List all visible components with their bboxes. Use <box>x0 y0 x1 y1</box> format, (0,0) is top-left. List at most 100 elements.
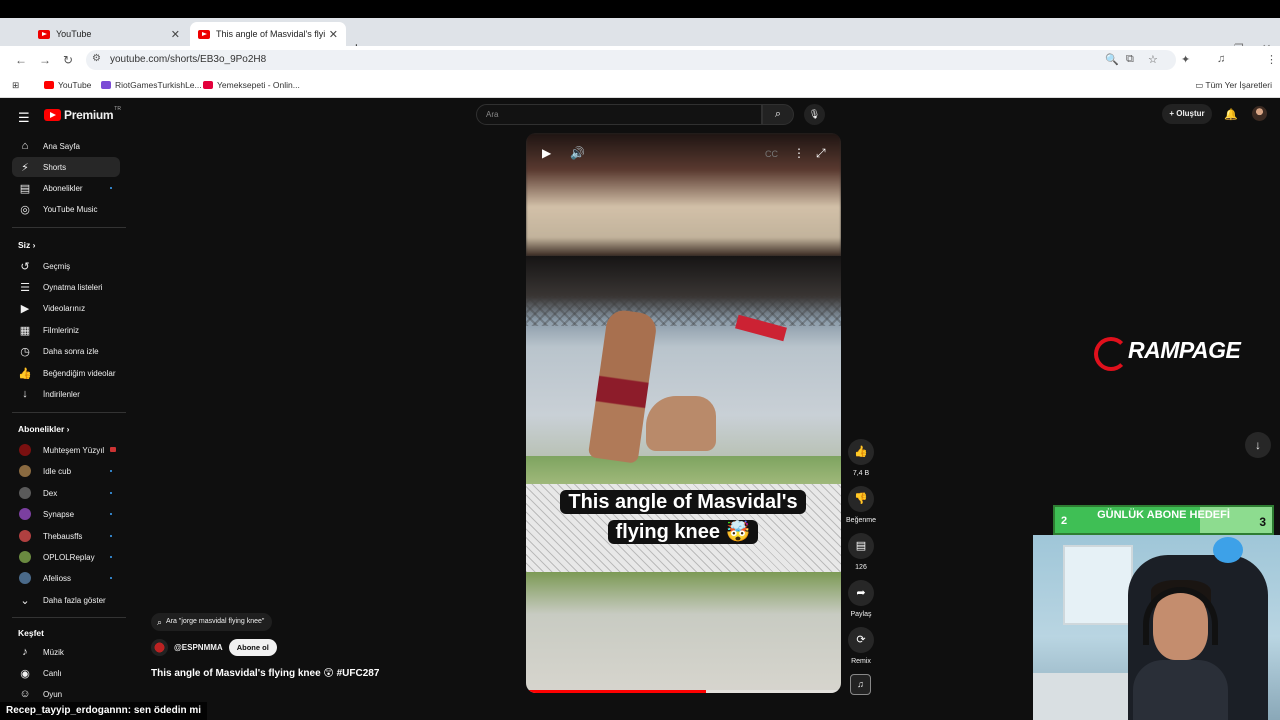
os-top-bar <box>0 0 1280 18</box>
fullscreen-icon[interactable]: ⤢ <box>816 146 826 161</box>
youtube-favicon-icon <box>198 29 210 39</box>
volume-icon[interactable]: 🔊 <box>570 146 585 160</box>
close-tab-icon[interactable]: ✕ <box>171 28 180 41</box>
sidebar-item-subscriptions[interactable]: ▤ Abonelikler <box>12 178 120 198</box>
goal-target: 3 <box>1259 515 1266 529</box>
all-bookmarks-folder[interactable]: ▭ Tüm Yer İşaretleri <box>1195 80 1272 91</box>
dislike-icon[interactable]: 👎 <box>848 486 874 512</box>
sidebar-item-home[interactable]: ⌂ Ana Sayfa <box>12 136 120 156</box>
site-info-icon[interactable]: ⚙ <box>92 53 101 64</box>
video-title[interactable]: This angle of Masvidal's flying knee 😲 #… <box>151 668 379 679</box>
shorts-video-player[interactable]: This angle of Masvidal's flying knee 🤯 ▶… <box>526 133 841 693</box>
sidebar-item-shorts[interactable]: ⚡ Shorts <box>12 157 120 177</box>
like-icon[interactable]: 👍 <box>848 439 874 465</box>
music-note-icon: ♪ <box>22 646 28 658</box>
chat-overlay-message: Recep_tayyip_erdogannn: sen ödedin mi <box>0 702 208 720</box>
sidebar-item-liked-videos[interactable]: 👍 Beğendiğim videolar <box>12 363 120 383</box>
sidebar-subscription[interactable]: Muhteşem Yüzyıl <box>12 440 120 460</box>
arrow-down-icon: ↓ <box>1255 438 1261 452</box>
remix-icon[interactable]: ⟳ <box>848 627 874 653</box>
sidebar-item-watch-later[interactable]: ◷ Daha sonra izle <box>12 341 120 361</box>
comment-icon[interactable]: ▤ <box>848 533 874 559</box>
sidebar-subscription[interactable]: Thebausffs <box>12 526 120 546</box>
sidebar-item-music[interactable]: ♪ Müzik <box>12 642 120 662</box>
forward-icon[interactable]: → <box>39 53 51 67</box>
voice-search-button[interactable]: 🎙 <box>804 104 825 125</box>
liked-icon: 👍 <box>18 367 32 380</box>
sidebar-subscription[interactable]: Dex <box>12 483 120 503</box>
sidebar-item-label: Beğendiğim videolar <box>43 368 116 378</box>
back-icon[interactable]: ← <box>15 53 27 67</box>
bookmark-label: RiotGamesTurkishLe... <box>115 80 202 90</box>
sound-thumbnail-icon[interactable]: ♫ <box>850 674 871 695</box>
section-title: Keşfet <box>18 628 44 638</box>
sidebar-item-downloads[interactable]: ↓ İndirilenler <box>12 384 120 404</box>
search-button[interactable]: ⌕ <box>762 104 794 125</box>
address-bar-row: ← → ↻ ⚙ youtube.com/shorts/EB3o_9Po2H8 🔍… <box>0 46 1280 112</box>
sidebar-item-label: Geçmiş <box>43 261 71 271</box>
media-controls-icon[interactable]: ♫ <box>1217 53 1225 65</box>
share-icon[interactable]: ➦ <box>848 580 874 606</box>
sidebar-item-label: Videolarınız <box>43 303 86 313</box>
tab-youtube[interactable]: YouTube ✕ <box>30 22 188 46</box>
comments-action[interactable]: ▤ 126 <box>847 533 875 571</box>
live-icon: ◉ <box>20 667 30 680</box>
sidebar-item-playlists[interactable]: ☰ Oynatma listeleri <box>12 277 120 297</box>
channel-name[interactable]: @ESPNMMA <box>174 643 223 652</box>
youtube-premium-logo[interactable]: Premium TR <box>44 106 121 122</box>
sidebar-subscription[interactable]: Afelioss <box>12 568 120 588</box>
remix-action[interactable]: ⟳ Remix <box>847 627 875 665</box>
sidebar-subscription[interactable]: OPLOLReplay <box>12 547 120 567</box>
more-options-icon[interactable]: ⋮ <box>793 146 805 160</box>
account-avatar[interactable] <box>1252 106 1267 121</box>
sidebar-show-more[interactable]: ⌄ Daha fazla göster <box>12 590 120 610</box>
extensions-icon[interactable]: ✦ <box>1181 53 1190 66</box>
next-short-button[interactable]: ↓ <box>1245 432 1271 458</box>
sidebar-item-your-videos[interactable]: ▶ Videolarınız <box>12 298 120 318</box>
tab-short-video[interactable]: This angle of Masvidal's flying k ✕ <box>190 22 346 46</box>
sidebar-item-label: Canlı <box>43 668 62 678</box>
like-action[interactable]: 👍 7,4 B <box>847 439 875 477</box>
url-text[interactable]: youtube.com/shorts/EB3o_9Po2H8 <box>110 54 266 65</box>
dislike-label: Beğenme <box>846 517 876 524</box>
sidebar-item-gaming[interactable]: ☺ Oyun <box>12 684 120 704</box>
downloads-icon: ↓ <box>22 388 28 400</box>
sidebar-subscription[interactable]: Synapse <box>12 504 120 524</box>
related-search-chip[interactable]: ⌕ Ara "jorge masvidal flying knee" <box>151 613 273 631</box>
menu-icon[interactable]: ☰ <box>18 110 30 126</box>
sidebar-item-history[interactable]: ↺ Geçmiş <box>12 256 120 276</box>
apps-grid-icon[interactable]: ⊞ <box>12 80 19 91</box>
sidebar-item-label: Oyun <box>43 689 63 699</box>
sidebar-explore-header: Keşfet <box>18 628 44 638</box>
captions-icon[interactable]: CC <box>765 149 778 159</box>
chat-username: Recep_tayyip_erdogannn <box>6 705 128 716</box>
url-bar[interactable]: ⚙ youtube.com/shorts/EB3o_9Po2H8 <box>86 50 1176 70</box>
caption-line: This angle of Masvidal's <box>560 490 806 514</box>
subscribe-button[interactable]: Abone ol <box>228 639 277 656</box>
bookmark-riotgames[interactable]: RiotGamesTurkishLe... <box>101 80 202 90</box>
sidebar-item-youtube-music[interactable]: ◎ YouTube Music <box>12 199 120 219</box>
bookmark-yemeksepeti[interactable]: Yemeksepeti - Onlin... <box>203 80 300 90</box>
video-progress-bar[interactable] <box>526 690 841 693</box>
sidebar-subscriptions-header[interactable]: Abonelikler › <box>18 424 70 434</box>
notifications-bell-icon[interactable]: 🔔 <box>1224 108 1238 121</box>
bookmark-youtube[interactable]: YouTube <box>44 80 91 90</box>
browser-menu-icon[interactable]: ⋮ <box>1266 53 1277 66</box>
dislike-action[interactable]: 👎 Beğenme <box>846 486 876 524</box>
share-action[interactable]: ➦ Paylaş <box>847 580 875 618</box>
install-app-icon[interactable]: ⧉ <box>1126 53 1134 66</box>
sidebar-subscription[interactable]: Idle cub <box>12 461 120 481</box>
sidebar-item-movies[interactable]: ▦ Filmleriniz <box>12 320 120 340</box>
create-button[interactable]: + Oluştur <box>1162 104 1212 124</box>
channel-avatar[interactable] <box>151 639 168 656</box>
zoom-icon[interactable]: 🔍 <box>1105 53 1119 66</box>
bookmark-star-icon[interactable]: ☆ <box>1148 53 1158 66</box>
create-label: Oluştur <box>1176 109 1205 118</box>
close-tab-icon[interactable]: ✕ <box>329 28 338 41</box>
sidebar-item-live[interactable]: ◉ Canlı <box>12 663 120 683</box>
sidebar-you-header[interactable]: Siz › <box>18 240 36 250</box>
channel-row: @ESPNMMA Abone ol <box>151 639 277 656</box>
search-input[interactable]: Ara <box>476 104 762 125</box>
reload-icon[interactable]: ↻ <box>63 53 73 67</box>
play-icon[interactable]: ▶ <box>542 146 551 160</box>
